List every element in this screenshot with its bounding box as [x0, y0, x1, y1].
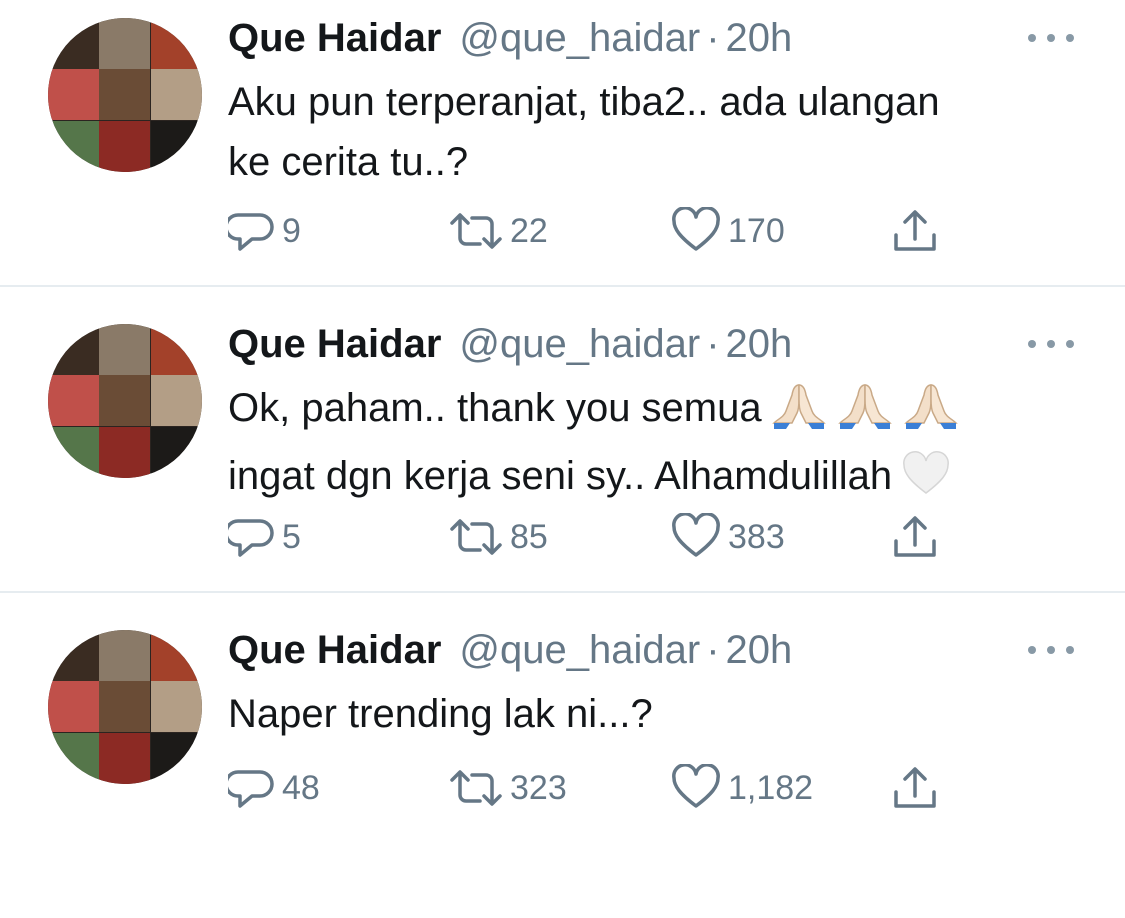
- tweet-divider: [0, 591, 1125, 593]
- retweet-button[interactable]: 323: [448, 762, 567, 814]
- display-name[interactable]: Que Haidar: [228, 16, 441, 61]
- tweet-feed: Que Haidar @que_haidar · 20h Aku pun ter…: [0, 0, 1125, 819]
- tweet-text: Naper trending lak ni...?: [228, 684, 1088, 744]
- retweet-button[interactable]: 22: [448, 205, 548, 257]
- display-name[interactable]: Que Haidar: [228, 628, 441, 673]
- retweet-icon: [450, 519, 502, 555]
- retweet-count: 85: [510, 517, 548, 556]
- reply-count: 48: [282, 768, 320, 807]
- retweet-count: 323: [510, 768, 567, 807]
- reply-count: 5: [282, 517, 301, 556]
- reply-button[interactable]: 9: [228, 205, 301, 257]
- tweet-text-content: ingat dgn kerja seni sy.. Alhamdulillah: [228, 454, 893, 498]
- heart-icon: [672, 207, 720, 251]
- share-icon: [894, 210, 936, 251]
- folded-hands-emoji: [770, 379, 828, 446]
- heart-icon: [672, 764, 720, 808]
- timestamp[interactable]: 20h: [726, 16, 793, 61]
- reply-button[interactable]: 5: [228, 511, 301, 563]
- reply-count: 9: [282, 211, 301, 250]
- tweet[interactable]: Que Haidar @que_haidar · 20h Ok, paham..…: [0, 306, 1125, 612]
- like-button[interactable]: 383: [670, 511, 785, 563]
- tweet-text: Ok, paham.. thank you semua ingat dgn ke…: [228, 378, 1088, 514]
- retweet-icon: [450, 213, 502, 249]
- tweet-actions: 48 323 1,182: [228, 762, 988, 814]
- tweet-header: Que Haidar @que_haidar · 20h: [228, 628, 792, 674]
- tweet-header: Que Haidar @que_haidar · 20h: [228, 16, 792, 62]
- like-count: 170: [728, 211, 785, 250]
- tweet-text-line: ke cerita tu..?: [228, 140, 469, 184]
- display-name[interactable]: Que Haidar: [228, 322, 441, 367]
- share-button[interactable]: [890, 511, 940, 563]
- white-heart-emoji: [900, 451, 952, 514]
- tweet-text-content: Ok, paham.. thank you semua: [228, 386, 762, 430]
- like-button[interactable]: 170: [670, 205, 785, 257]
- tweet-text-line-1: Ok, paham.. thank you semua: [228, 378, 1088, 446]
- share-icon: [894, 767, 936, 808]
- heart-icon: [672, 513, 720, 557]
- more-icon[interactable]: [1028, 30, 1074, 46]
- tweet[interactable]: Que Haidar @que_haidar · 20h Aku pun ter…: [0, 0, 1125, 306]
- tweet-header: Que Haidar @que_haidar · 20h: [228, 322, 792, 368]
- folded-hands-emoji: [836, 379, 894, 446]
- like-count: 383: [728, 517, 785, 556]
- user-handle[interactable]: @que_haidar: [459, 628, 700, 673]
- tweet-text-line: Aku pun terperanjat, tiba2.. ada ulangan: [228, 80, 940, 124]
- more-icon[interactable]: [1028, 336, 1074, 352]
- tweet-divider: [0, 285, 1125, 287]
- reply-icon: [228, 770, 274, 808]
- more-icon[interactable]: [1028, 642, 1074, 658]
- share-button[interactable]: [890, 205, 940, 257]
- separator-dot: ·: [706, 322, 720, 366]
- retweet-icon: [450, 770, 502, 806]
- avatar[interactable]: [48, 18, 202, 172]
- folded-hands-emoji: [902, 379, 960, 446]
- tweet-text-line: Naper trending lak ni...?: [228, 692, 653, 736]
- like-button[interactable]: 1,182: [670, 762, 813, 814]
- like-count: 1,182: [728, 768, 814, 807]
- share-button[interactable]: [890, 762, 940, 814]
- user-handle[interactable]: @que_haidar: [459, 322, 700, 367]
- timestamp[interactable]: 20h: [726, 628, 793, 673]
- tweet-actions: 9 22 170: [228, 205, 988, 257]
- separator-dot: ·: [706, 628, 720, 672]
- timestamp[interactable]: 20h: [726, 322, 793, 367]
- reply-button[interactable]: 48: [228, 762, 320, 814]
- retweet-count: 22: [510, 211, 548, 250]
- avatar[interactable]: [48, 324, 202, 478]
- retweet-button[interactable]: 85: [448, 511, 548, 563]
- separator-dot: ·: [706, 16, 720, 60]
- tweet-text: Aku pun terperanjat, tiba2.. ada ulangan…: [228, 72, 1088, 192]
- avatar[interactable]: [48, 630, 202, 784]
- tweet-actions: 5 85 383: [228, 511, 988, 563]
- share-icon: [894, 516, 936, 557]
- user-handle[interactable]: @que_haidar: [459, 16, 700, 61]
- reply-icon: [228, 213, 274, 251]
- tweet-text-line-2: ingat dgn kerja seni sy.. Alhamdulillah: [228, 446, 1088, 514]
- tweet[interactable]: Que Haidar @que_haidar · 20h Naper trend…: [0, 612, 1125, 918]
- reply-icon: [228, 519, 274, 557]
